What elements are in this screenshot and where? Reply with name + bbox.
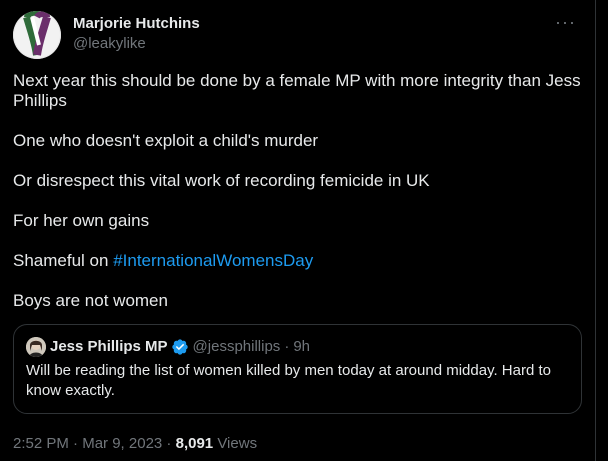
tweet-date[interactable]: Mar 9, 2023 (82, 435, 162, 452)
tweet-paragraph: Shameful on #InternationalWomensDay (13, 251, 582, 271)
tweet-meta: 2:52 PM · Mar 9, 2023 · 8,091 Views (13, 434, 582, 454)
separator-dot: · (68, 435, 83, 452)
tweet-body: Next year this should be done by a femal… (13, 71, 582, 311)
quoted-tweet-time: 9h (293, 338, 310, 355)
separator-dot: · (162, 435, 176, 452)
tweet-paragraph: Boys are not women (13, 291, 168, 310)
tweet-header: Marjorie Hutchins @leakylike (13, 0, 582, 59)
tweet-paragraph: One who doesn't exploit a child's murder (13, 131, 319, 150)
author-names: Marjorie Hutchins @leakylike (73, 15, 200, 54)
person-photo-icon (26, 337, 46, 357)
tweet-paragraph: Next year this should be done by a femal… (13, 71, 581, 110)
quoted-tweet-text: Will be reading the list of women killed… (26, 362, 551, 399)
author-avatar[interactable] (13, 11, 61, 59)
views-label: Views (213, 435, 258, 452)
tweet-paragraph: Or disrespect this vital work of recordi… (13, 171, 430, 190)
verified-badge-icon (171, 339, 188, 355)
more-options-icon[interactable]: ··· (555, 13, 576, 31)
separator-dot: · (284, 338, 290, 355)
author-handle[interactable]: @leakylike (73, 34, 200, 54)
hashtag-link[interactable]: #InternationalWomensDay (113, 251, 313, 270)
views-count: 8,091 (175, 435, 214, 452)
suffragette-ribbon-avatar-icon (13, 11, 61, 59)
tweet-time[interactable]: 2:52 PM (13, 435, 69, 452)
tweet-card: Marjorie Hutchins @leakylike ··· Next ye… (0, 0, 596, 461)
quoted-author-avatar (26, 337, 46, 357)
author-display-name[interactable]: Marjorie Hutchins (73, 15, 200, 33)
tweet-paragraph: For her own gains (13, 211, 150, 230)
quoted-author-handle: @jessphillips (192, 338, 281, 355)
quoted-tweet[interactable]: Jess Phillips MP @jessphillips · 9h Will… (13, 324, 582, 414)
quoted-tweet-header: Jess Phillips MP @jessphillips · 9h (26, 337, 569, 357)
hashtag-prefix: Shameful on (13, 251, 114, 270)
quoted-author-name: Jess Phillips MP (50, 338, 168, 355)
